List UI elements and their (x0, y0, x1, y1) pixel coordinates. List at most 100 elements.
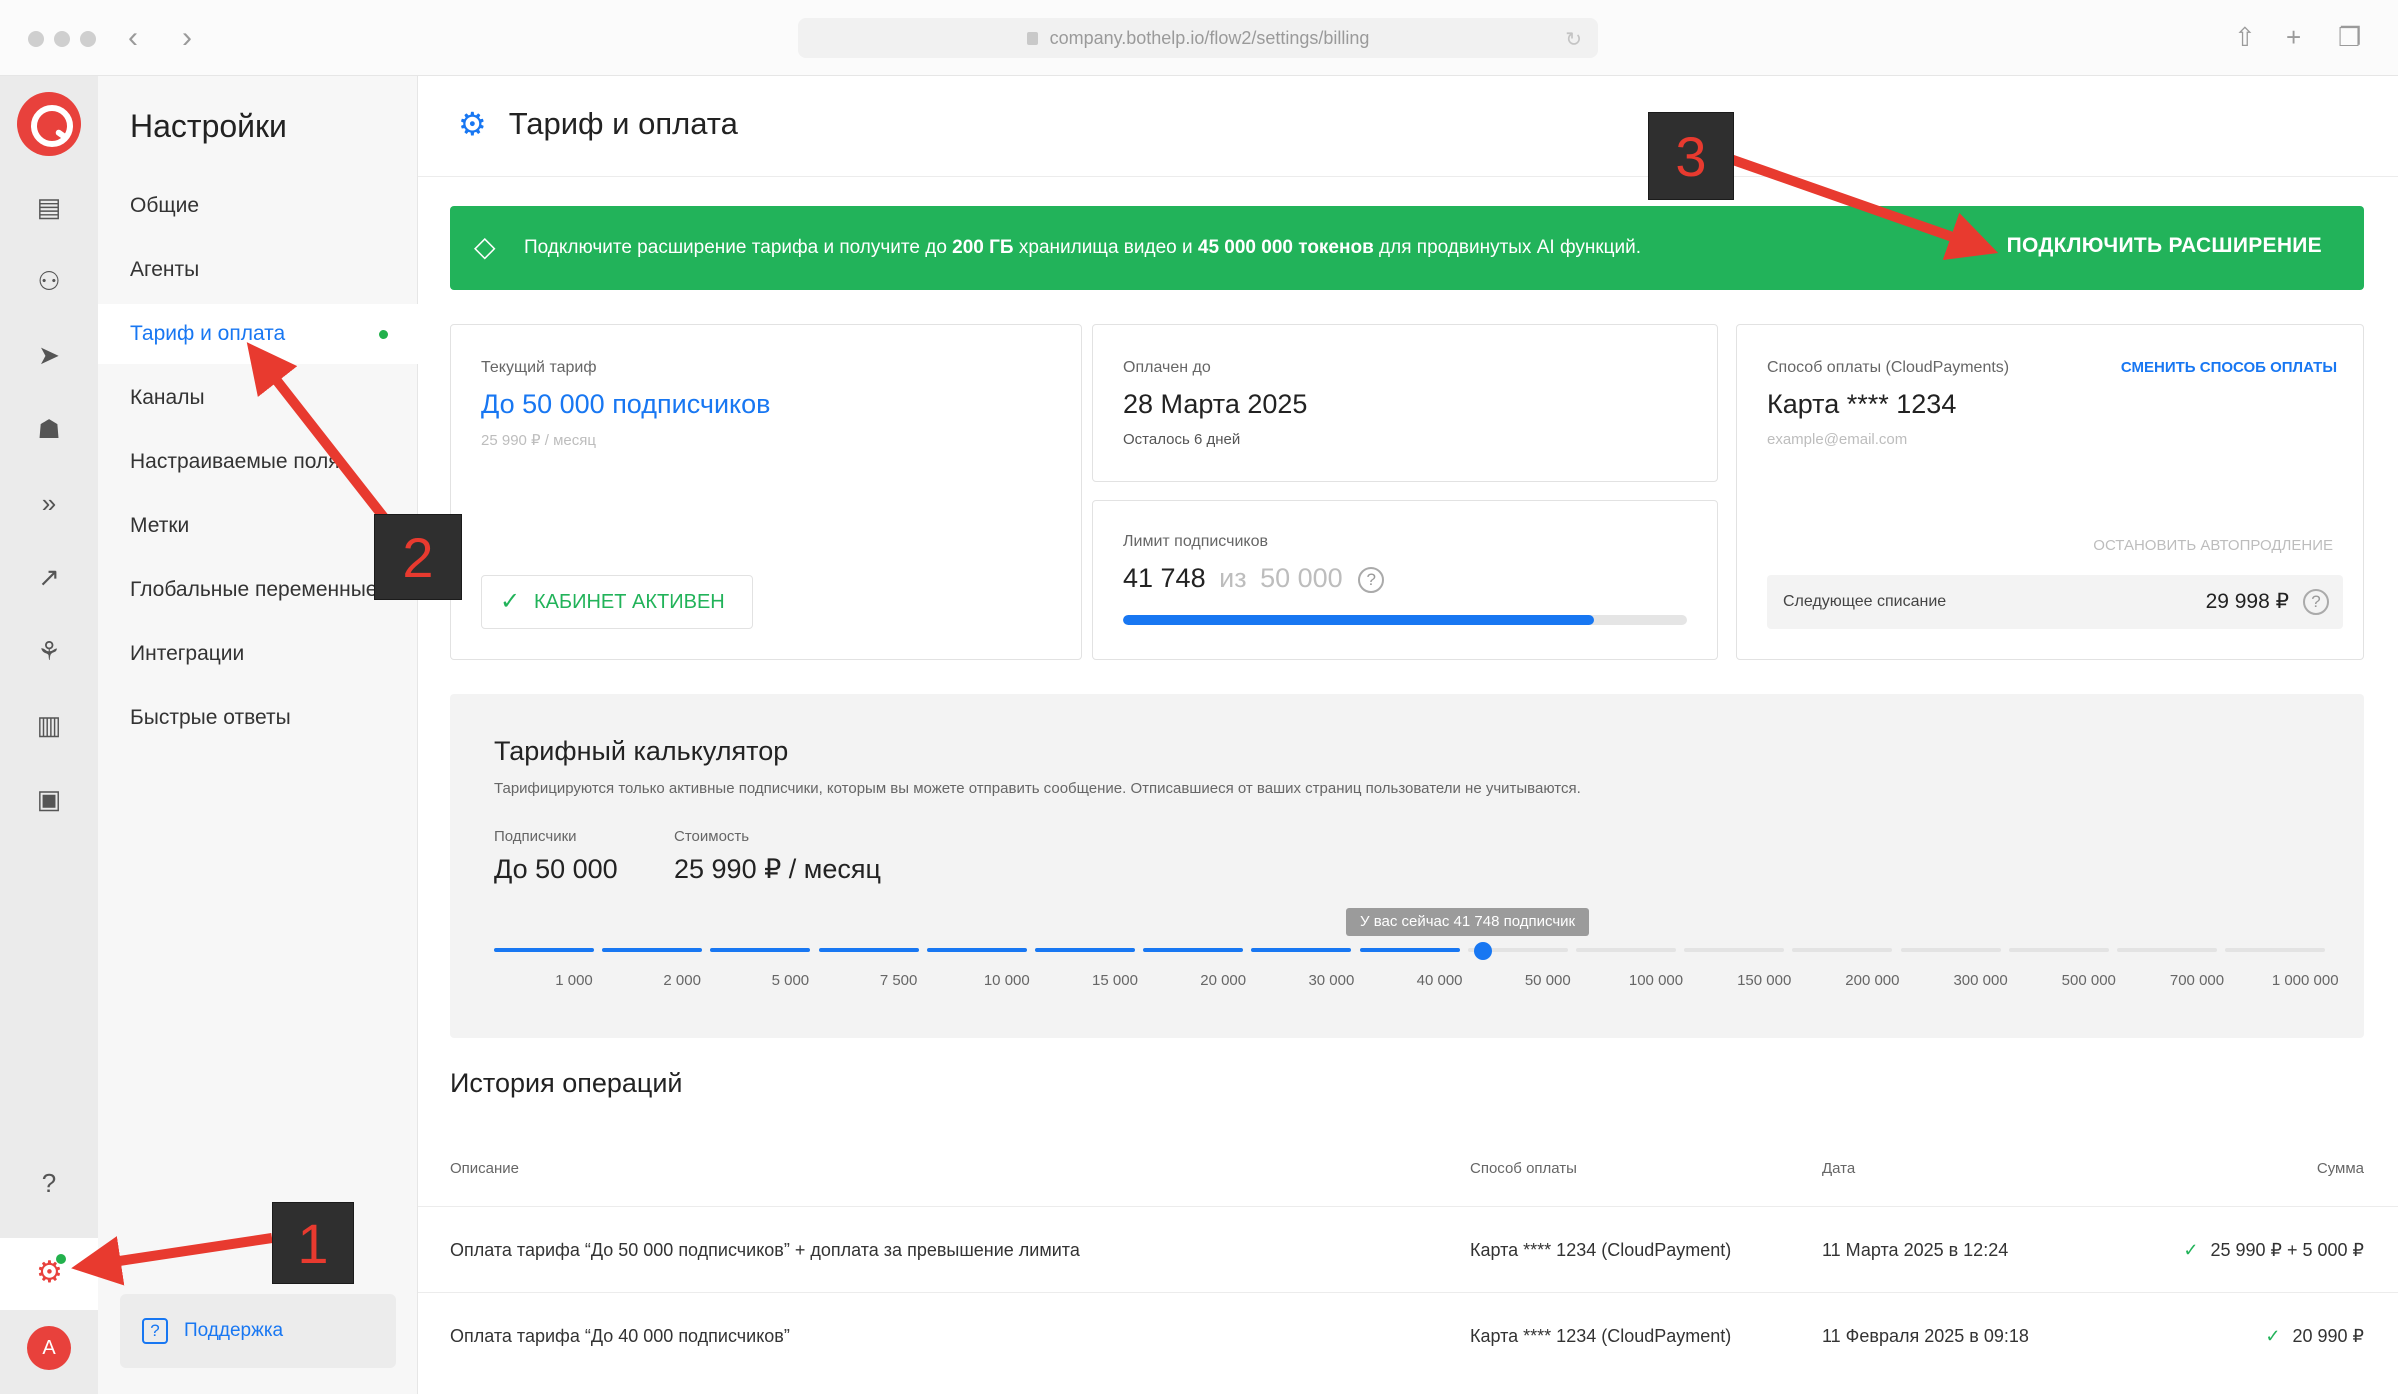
subscribers-limit-card: Лимит подписчиков 41 748 из 50 000 ? (1092, 500, 1718, 660)
forward-icon[interactable]: › (182, 20, 192, 56)
column-header-description: Описание (450, 1160, 520, 1177)
scale-label: 40 000 (1416, 972, 1463, 989)
settings-nav-item[interactable]: ⚙ (0, 1238, 98, 1310)
banner-text: Подключите расширение тарифа и получите … (524, 237, 1642, 258)
subscribers-progress-bar (1123, 615, 1687, 625)
chat-icon[interactable]: ▤ (34, 192, 64, 222)
flows-icon[interactable]: » (34, 488, 64, 518)
lock-icon (1026, 31, 1038, 45)
row-date: 11 Февраля 2025 в 09:18 (1822, 1326, 2029, 1346)
users-icon[interactable]: ⚇ (34, 266, 64, 296)
scale-label: 300 000 (1953, 972, 2008, 989)
slider-handle[interactable] (1474, 942, 1492, 960)
scale-segment[interactable] (818, 948, 919, 952)
bot-icon[interactable]: ☗ (34, 414, 64, 444)
current-subscribers-tooltip: У вас сейчас 41 748 подписчик (1346, 908, 1590, 936)
address-bar[interactable]: company.bothelp.io/flow2/settings/billin… (798, 18, 1598, 58)
stats-icon[interactable]: ▥ (34, 710, 64, 740)
scale-segment[interactable] (494, 948, 594, 952)
stop-autorenew-link[interactable]: ОСТАНОВИТЬ АВТОПРОДЛЕНИЕ (2093, 537, 2333, 554)
subscribers-current: 41 748 (1123, 563, 1206, 593)
send-icon[interactable]: ➤ (34, 340, 64, 370)
annotation-marker-1: 1 (272, 1202, 354, 1284)
icon-rail: ▤ ⚇ ➤ ☗ » ↗ ⚘ ▥ ▣ ? ⚙ A (0, 76, 98, 1394)
scale-segment[interactable] (1900, 948, 2001, 952)
help-icon[interactable]: ? (2303, 589, 2329, 615)
days-remaining: Осталось 6 дней (1123, 431, 1241, 448)
scale-label: 30 000 (1308, 972, 1355, 989)
payment-method-label: Способ оплаты (CloudPayments) (1767, 359, 2010, 376)
current-plan-label: Текущий тариф (481, 359, 597, 376)
trend-icon[interactable]: ↗ (34, 562, 64, 592)
window-close-dot[interactable] (28, 31, 44, 47)
bothelp-logo[interactable] (17, 92, 81, 156)
scale-label: 5 000 (771, 972, 810, 989)
connect-extension-button[interactable]: ПОДКЛЮЧИТЬ РАСШИРЕНИЕ (2007, 234, 2322, 258)
active-indicator-dot (379, 330, 388, 339)
sidebar-item-quick-replies[interactable]: Быстрые ответы (98, 688, 418, 748)
scale-label: 20 000 (1200, 972, 1247, 989)
tabs-overview-icon[interactable]: ❐ (2338, 22, 2361, 53)
sidebar-item-tags[interactable]: Метки (98, 496, 418, 556)
scale-label: 10 000 (983, 972, 1030, 989)
next-charge-box: Следующее списание 29 998 ₽ ? (1767, 575, 2343, 629)
scale-segment[interactable] (926, 948, 1027, 952)
row-amount: ✓ 20 990 ₽ (2265, 1326, 2364, 1346)
upgrade-banner: ◇ Подключите расширение тарифа и получит… (450, 206, 2364, 290)
scale-segment[interactable] (1792, 948, 1893, 952)
sidebar-item-agents[interactable]: Агенты (98, 240, 418, 300)
help-icon[interactable]: ? (34, 1168, 64, 1198)
scale-label: 7 500 (879, 972, 918, 989)
sidebar-item-general[interactable]: Общие (98, 176, 418, 236)
avatar[interactable]: A (27, 1326, 71, 1370)
history-title: История операций (450, 1068, 683, 1098)
scale-label: 500 000 (2061, 972, 2116, 989)
sidebar-item-billing[interactable]: Тариф и оплата (98, 304, 418, 364)
scale-segment[interactable] (710, 948, 811, 952)
page-title: Тариф и оплата (508, 106, 738, 141)
browser-toolbar: ‹ › company.bothelp.io/flow2/settings/bi… (0, 0, 2398, 76)
share-icon[interactable]: ⇧ (2234, 22, 2256, 53)
scale-segment[interactable] (1251, 948, 1352, 952)
support-button[interactable]: ? Поддержка (120, 1294, 396, 1368)
integration-icon[interactable]: ⚘ (34, 636, 64, 666)
scale-segment[interactable] (1359, 948, 1460, 952)
current-plan-price: 25 990 ₽ / месяц (481, 432, 596, 449)
current-plan-name[interactable]: До 50 000 подписчиков (481, 389, 771, 420)
scale-label: 2 000 (663, 972, 701, 989)
settings-status-dot (56, 1254, 66, 1264)
help-icon[interactable]: ? (1358, 566, 1385, 593)
scale-segment[interactable] (2225, 948, 2326, 952)
payment-card: Карта **** 1234 (1767, 389, 1957, 419)
archive-icon[interactable]: ▣ (34, 784, 64, 814)
sidebar-item-integrations[interactable]: Интеграции (98, 624, 418, 684)
scale-segment[interactable] (1576, 948, 1676, 952)
change-payment-method-link[interactable]: СМЕНИТЬ СПОСОБ ОПЛАТЫ (2121, 359, 2337, 376)
scale-segment[interactable] (1684, 948, 1785, 952)
scale-segment[interactable] (2008, 948, 2109, 952)
header-divider (418, 176, 2398, 177)
check-icon: ✓ (2183, 1240, 2199, 1260)
scale-segment[interactable] (602, 948, 703, 952)
sidebar-item-global-variables[interactable]: Глобальные переменные (98, 560, 418, 620)
sidebar-item-channels[interactable]: Каналы (98, 368, 418, 428)
row-description: Оплата тарифа “До 50 000 подписчиков” + … (450, 1240, 1080, 1260)
reload-icon[interactable]: ↻ (1565, 27, 1582, 52)
scale-segment[interactable] (2117, 948, 2217, 952)
sidebar-item-custom-fields[interactable]: Настраиваемые поля (98, 432, 418, 492)
row-description: Оплата тарифа “До 40 000 подписчиков” (450, 1326, 790, 1346)
calc-subscribers-label: Подписчики (494, 828, 577, 845)
diamond-icon: ◇ (474, 231, 496, 262)
back-icon[interactable]: ‹ (128, 20, 138, 56)
scale-segment[interactable] (1035, 948, 1135, 952)
sidebar-title: Настройки (130, 108, 287, 144)
support-icon: ? (142, 1318, 168, 1344)
paid-until-date: 28 Марта 2025 (1123, 389, 1308, 419)
new-tab-icon[interactable]: + (2286, 22, 2301, 53)
window-minimize-dot[interactable] (54, 31, 70, 47)
scale-label: 100 000 (1628, 972, 1684, 989)
settings-gear-icon: ⚙ (458, 106, 487, 142)
row-date: 11 Марта 2025 в 12:24 (1822, 1240, 2009, 1260)
scale-segment[interactable] (1143, 948, 1244, 952)
window-maximize-dot[interactable] (80, 31, 96, 47)
